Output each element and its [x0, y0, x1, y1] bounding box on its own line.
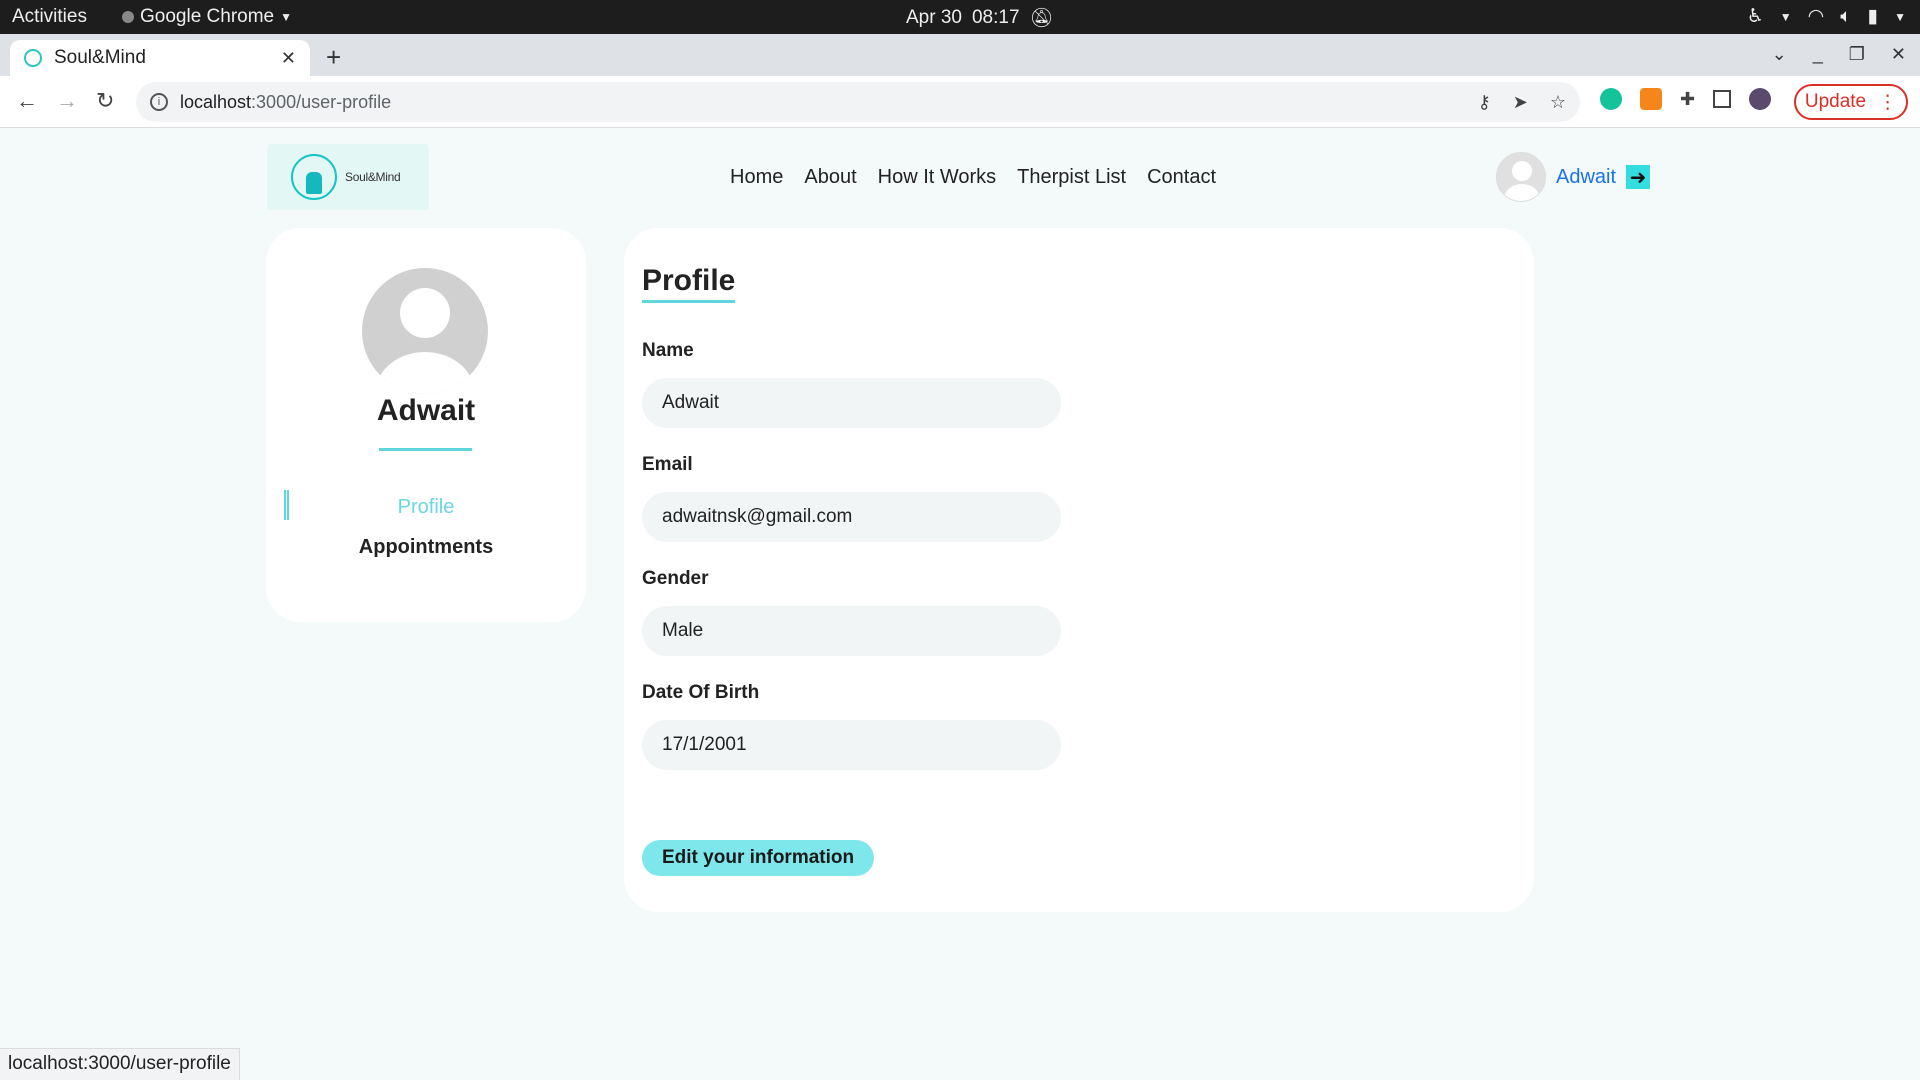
tab-title: Soul&Mind: [54, 47, 146, 68]
date-label: Apr 30: [906, 7, 962, 28]
chevron-down-icon: ▼: [280, 10, 293, 24]
dob-label: Date Of Birth: [642, 682, 760, 703]
activities-button[interactable]: Activities: [12, 6, 87, 28]
main-nav: Home About How It Works Therpist List Co…: [730, 166, 1216, 189]
email-field[interactable]: [642, 492, 1061, 542]
sidebar-user-name: Adwait: [376, 394, 476, 427]
time-label: 08:17: [971, 7, 1020, 28]
avatar[interactable]: [1496, 152, 1546, 202]
profile-sidebar: Adwait Profile Appointments: [266, 228, 586, 622]
edit-information-button[interactable]: Edit your information: [642, 840, 875, 876]
favicon-icon: [24, 49, 42, 67]
name-label: Name: [642, 340, 694, 361]
notifications-off-icon: 🔕︎: [1029, 8, 1054, 29]
nav-about[interactable]: About: [804, 166, 856, 189]
metamask-icon[interactable]: [1640, 88, 1662, 110]
logo-text: Soul&Mind: [345, 170, 401, 184]
status-bar: localhost:3000/user-profile: [0, 1048, 240, 1080]
nav-therapist-list[interactable]: Therpist List: [1017, 166, 1126, 189]
nav-contact[interactable]: Contact: [1147, 166, 1216, 189]
close-window-icon[interactable]: ✕: [1891, 44, 1906, 65]
name-field[interactable]: [642, 378, 1061, 428]
chevron-down-icon: ▼: [1894, 9, 1906, 24]
minimize-icon[interactable]: _: [1813, 44, 1823, 65]
grammarly-icon[interactable]: [1600, 88, 1622, 110]
url-host: localhost: [180, 91, 252, 112]
user-menu: Adwait ➜: [1496, 152, 1651, 202]
restore-icon[interactable]: ❐: [1849, 44, 1865, 65]
site-info-icon[interactable]: i: [150, 93, 168, 111]
volume-icon: 🔈︎: [1840, 5, 1852, 27]
send-icon[interactable]: ➤: [1513, 92, 1528, 113]
email-label: Email: [642, 454, 693, 475]
forward-icon[interactable]: →: [56, 88, 78, 114]
page: Soul&Mind Home About How It Works Therpi…: [0, 128, 1920, 1080]
gender-field[interactable]: [642, 606, 1061, 656]
key-icon[interactable]: ⚷: [1478, 92, 1491, 113]
url-text[interactable]: localhost:3000/user-profile: [180, 92, 1478, 113]
more-menu-icon: ⋮: [1878, 91, 1898, 113]
logout-icon[interactable]: ➜: [1626, 165, 1651, 189]
divider: [379, 448, 472, 451]
extensions-area: ✚: [1600, 88, 1772, 110]
site-logo[interactable]: Soul&Mind: [267, 144, 429, 210]
update-label: Update: [1804, 91, 1867, 112]
omnibox-actions: ⚷ ➤ ☆: [1478, 92, 1566, 113]
profile-avatar: [362, 268, 488, 394]
browser-toolbar: ← → ↻ i localhost:3000/user-profile ⚷ ➤ …: [0, 76, 1920, 128]
wifi-icon: ◠: [1807, 6, 1825, 27]
dob-field[interactable]: [642, 720, 1061, 770]
user-name-link[interactable]: Adwait: [1556, 166, 1616, 189]
profile-avatar-icon[interactable]: [1749, 88, 1772, 110]
update-button[interactable]: Update ⋮: [1794, 84, 1908, 120]
tab-search-icon[interactable]: ⌄: [1772, 44, 1787, 65]
clock[interactable]: Apr 30 08:17 🔕︎: [906, 6, 1054, 30]
browser-tab[interactable]: Soul&Mind ✕: [10, 40, 310, 76]
extensions-icon[interactable]: ✚: [1680, 89, 1695, 110]
sidebar-item-profile[interactable]: Profile: [266, 496, 586, 519]
window-controls: ⌄ _ ❐ ✕: [1772, 44, 1906, 65]
profile-panel: Profile Name Email Gender Date Of Birth …: [624, 228, 1534, 912]
tab-strip: Soul&Mind ✕ + ⌄ _ ❐ ✕: [0, 34, 1920, 76]
address-bar[interactable]: i localhost:3000/user-profile ⚷ ➤ ☆: [136, 82, 1580, 122]
accessibility-icon: ♿︎: [1746, 6, 1764, 27]
battery-icon: ▮: [1867, 6, 1879, 27]
chevron-down-icon: ▼: [1779, 9, 1792, 24]
os-top-bar: Activities Google Chrome ▼ Apr 30 08:17 …: [0, 0, 1920, 34]
chrome-icon: [122, 11, 134, 23]
page-title: Profile: [642, 264, 736, 303]
url-path: :3000/user-profile: [251, 91, 392, 112]
side-panel-icon[interactable]: [1713, 90, 1732, 108]
close-tab-icon[interactable]: ✕: [281, 48, 296, 69]
back-icon[interactable]: ←: [16, 88, 38, 114]
system-tray[interactable]: ♿︎ ▼ ◠ 🔈︎ ▮ ▼: [1747, 5, 1906, 28]
logo-mark-icon: [291, 154, 337, 200]
gender-label: Gender: [642, 568, 709, 589]
star-icon[interactable]: ☆: [1550, 92, 1566, 113]
sidebar-item-appointments[interactable]: Appointments: [266, 536, 586, 559]
app-menu[interactable]: Google Chrome ▼: [122, 6, 292, 28]
app-menu-label: Google Chrome: [140, 6, 275, 27]
nav-how-it-works[interactable]: How It Works: [878, 166, 997, 189]
nav-home[interactable]: Home: [730, 166, 783, 189]
reload-icon[interactable]: ↻: [96, 88, 114, 114]
new-tab-button[interactable]: +: [326, 42, 341, 73]
